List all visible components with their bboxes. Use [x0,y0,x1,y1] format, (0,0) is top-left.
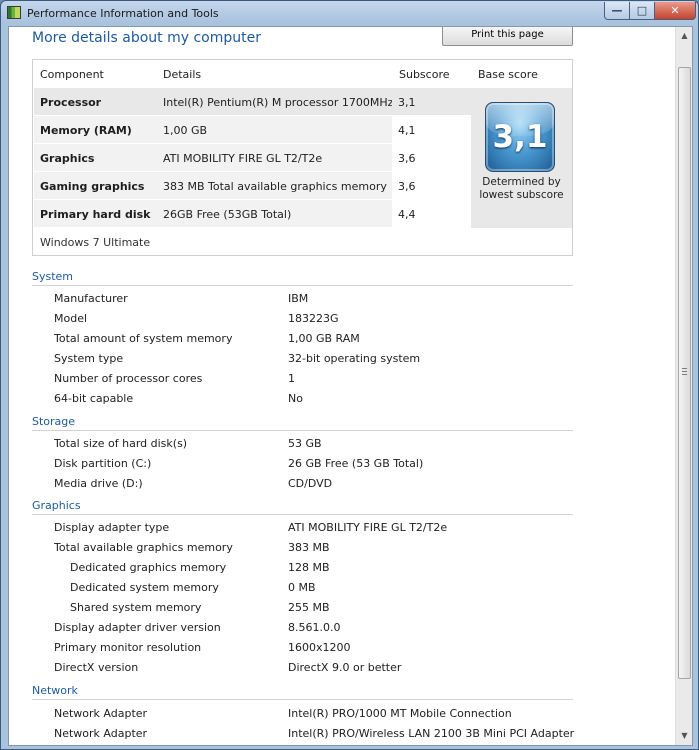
base-score-value: 3,1 [492,119,548,155]
base-score-note-line1: Determined by [482,176,561,188]
vertical-scrollbar[interactable]: ▲ ▼ [675,27,692,745]
row-subscore: 3,6 [392,144,471,171]
page-title: More details about my computer [32,30,261,46]
section-title: Storage [32,415,76,428]
detail-key: Dedicated graphics memory [70,561,227,574]
os-edition: Windows 7 Ultimate [40,236,151,249]
row-details: Intel(R) Pentium(R) M processor 1700MHz [163,96,394,109]
detail-value: 1,00 GB RAM [288,332,360,345]
detail-value: 183223G [288,312,339,325]
section-title: System [32,270,74,283]
score-row-memory: Memory (RAM) 1,00 GB 4,1 [34,116,471,144]
title-bar[interactable]: Performance Information and Tools — □ ✕ [1,1,698,25]
row-component: Graphics [40,152,95,165]
detail-value: 1600x1200 [288,641,351,654]
row-subscore: 4,1 [392,116,471,143]
section-network: Network [32,684,573,700]
window-title: Performance Information and Tools [27,7,219,20]
detail-value: CD/DVD [288,477,333,490]
performance-app-icon [7,6,21,19]
section-title: Network [32,684,78,697]
detail-value: 53 GB [288,437,322,450]
detail-key: 64-bit capable [54,392,134,405]
detail-key: Dedicated system memory [70,581,219,594]
detail-key: Display adapter type [54,521,170,534]
header-subscore: Subscore [399,68,450,81]
detail-key: Number of processor cores [54,372,203,385]
detail-value: 0 MB [288,581,316,594]
grip-icon [682,368,687,377]
row-details: 26GB Free (53GB Total) [163,208,292,221]
row-subscore: 4,4 [392,200,471,227]
row-subscore: 3,6 [392,172,471,199]
row-component: Primary hard disk [40,208,151,221]
base-score-badge: 3,1 [485,102,555,172]
scroll-thumb[interactable] [678,67,691,679]
section-graphics: Graphics [32,499,573,515]
section-title: Graphics [32,499,81,512]
detail-key: Media drive (D:) [54,477,143,490]
row-component: Processor [40,96,102,109]
detail-key: Model [54,312,88,325]
content-area: More details about my computer Print thi… [8,26,693,746]
score-row-gaming-graphics: Gaming graphics 383 MB Total available g… [34,172,471,200]
base-score-cell: 3,1 Determined by lowest subscore [471,88,572,228]
detail-key: Shared system memory [70,601,202,614]
detail-value: 32-bit operating system [288,352,421,365]
section-storage: Storage [32,415,573,431]
scroll-down-icon[interactable]: ▼ [678,729,691,743]
detail-key: Display adapter driver version [54,621,221,634]
row-subscore: 3,1 [392,88,471,115]
detail-value: 383 MB [288,541,330,554]
detail-key: Total amount of system memory [54,332,233,345]
row-component: Memory (RAM) [40,124,132,137]
detail-key: Network Adapter [54,727,148,740]
row-component: Gaming graphics [40,180,145,193]
scroll-up-icon[interactable]: ▲ [678,29,691,43]
detail-value: Intel(R) PRO/1000 MT Mobile Connection [288,707,512,720]
detail-value: 8.561.0.0 [288,621,341,634]
header-details: Details [163,68,202,81]
detail-value: IBM [288,292,309,305]
app-window: Performance Information and Tools — □ ✕ … [0,0,699,750]
detail-value: No [288,392,303,405]
detail-key: System type [54,352,124,365]
detail-key: Total available graphics memory [54,541,233,554]
close-button[interactable]: ✕ [654,2,696,20]
detail-value: 26 GB Free (53 GB Total) [288,457,424,470]
detail-value: 255 MB [288,601,330,614]
base-score-note-line2: lowest subscore [479,189,564,201]
section-system: System [32,270,573,286]
score-table-header: Component Details Subscore Base score [33,60,572,88]
maximize-button[interactable]: □ [629,2,655,20]
minimize-button[interactable]: — [604,2,630,20]
row-details: ATI MOBILITY FIRE GL T2/T2e [163,152,323,165]
detail-key: Primary monitor resolution [54,641,202,654]
score-row-processor: Processor Intel(R) Pentium(R) M processo… [34,88,471,116]
detail-key: Disk partition (C:) [54,457,152,470]
detail-value: 1 [288,372,295,385]
score-row-graphics: Graphics ATI MOBILITY FIRE GL T2/T2e 3,6 [34,144,471,172]
print-button[interactable]: Print this page [442,27,573,46]
score-row-hard-disk: Primary hard disk 26GB Free (53GB Total)… [34,200,471,228]
detail-value: 128 MB [288,561,330,574]
detail-key: Total size of hard disk(s) [54,437,188,450]
detail-value: ATI MOBILITY FIRE GL T2/T2e [288,521,448,534]
base-score-note: Determined by lowest subscore [471,176,572,202]
row-details: 1,00 GB [163,124,208,137]
detail-key: DirectX version [54,661,139,674]
header-base-score: Base score [478,68,538,81]
score-table: Component Details Subscore Base score Pr… [32,59,573,256]
detail-key: Manufacturer [54,292,128,305]
detail-value: DirectX 9.0 or better [288,661,402,674]
row-details: 383 MB Total available graphics memory [163,180,387,193]
detail-value: Intel(R) PRO/Wireless LAN 2100 3B Mini P… [288,727,575,740]
header-component: Component [40,68,104,81]
detail-key: Network Adapter [54,707,148,720]
